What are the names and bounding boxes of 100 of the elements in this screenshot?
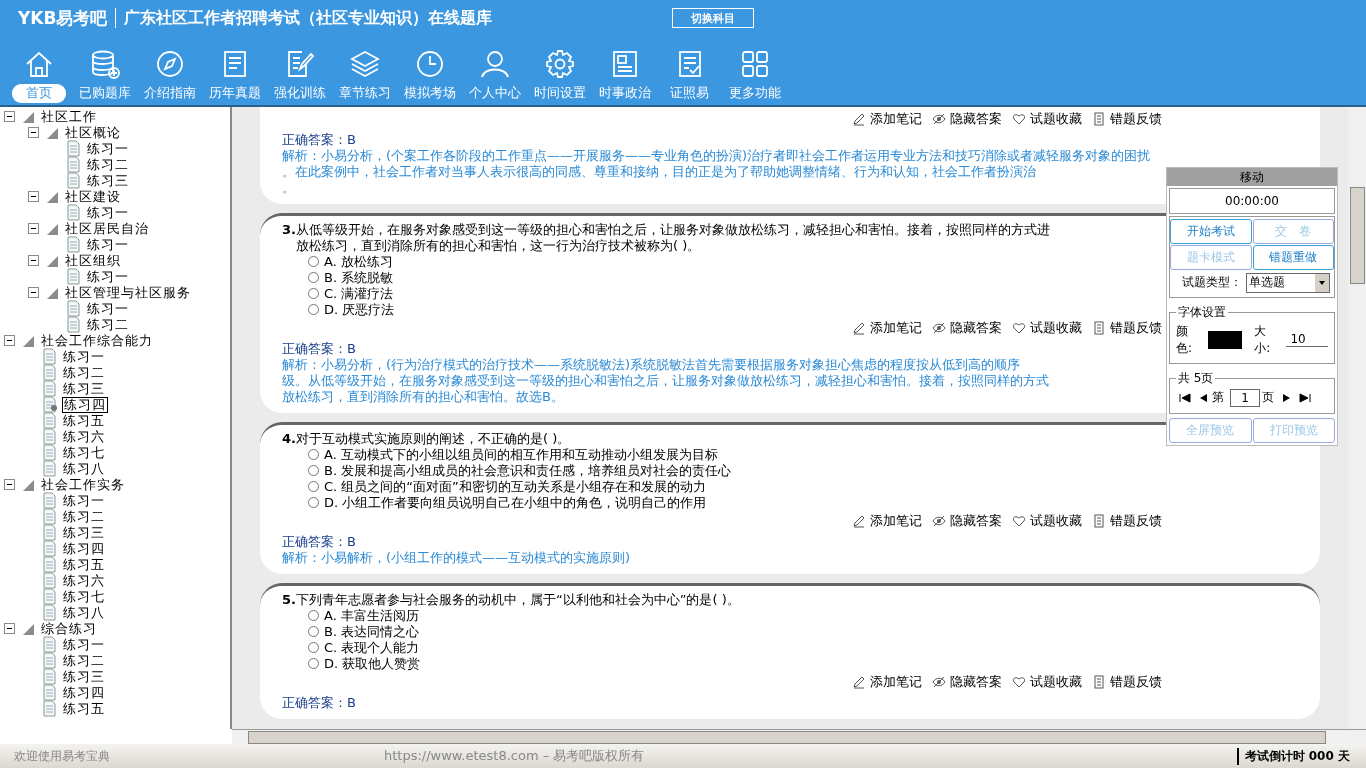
tree-item[interactable]: 练习一 xyxy=(86,237,130,252)
tree-item[interactable]: 社区管理与社区服务 xyxy=(64,285,192,300)
eye-icon xyxy=(932,674,946,689)
radio-button[interactable] xyxy=(308,304,319,316)
radio-button[interactable] xyxy=(308,272,319,284)
tree-item[interactable]: 社会工作综合能力 xyxy=(40,333,154,348)
tree-item[interactable]: 练习一 xyxy=(62,349,106,364)
action-link[interactable]: 错题反馈 xyxy=(1110,672,1162,691)
action-link[interactable]: 添加笔记 xyxy=(870,109,922,128)
pencil-icon xyxy=(852,513,866,528)
tree-item[interactable]: 练习一 xyxy=(86,301,130,316)
tree-item[interactable]: 练习四 xyxy=(62,541,106,556)
tree-item[interactable]: 练习七 xyxy=(62,589,106,604)
radio-button[interactable] xyxy=(308,497,319,509)
tree-item[interactable]: 练习五 xyxy=(62,557,106,572)
tree-item[interactable]: 练习一 xyxy=(62,493,106,508)
radio-button[interactable] xyxy=(308,642,319,654)
radio-button[interactable] xyxy=(308,465,319,477)
tree-item[interactable]: 社区组织 xyxy=(64,253,122,268)
horizontal-scrollbar[interactable] xyxy=(232,729,1366,745)
tree-item[interactable]: 练习二 xyxy=(86,157,130,172)
correct-answer: 正确答案：B xyxy=(282,339,356,357)
tree-item[interactable]: 练习二 xyxy=(62,365,106,380)
action-link[interactable]: 试题收藏 xyxy=(1030,318,1082,337)
collapse-toggle-icon[interactable] xyxy=(28,127,39,139)
action-link[interactable]: 试题收藏 xyxy=(1030,511,1082,530)
action-link[interactable]: 隐藏答案 xyxy=(950,672,1002,691)
collapse-toggle-icon[interactable] xyxy=(28,255,39,267)
tree-item[interactable]: 练习一 xyxy=(86,141,130,156)
analysis-text: 。 xyxy=(282,179,295,196)
panel-button[interactable]: 开始考试 xyxy=(1170,218,1252,244)
tree-item[interactable]: 练习四 xyxy=(62,396,108,413)
tree-item[interactable]: 社区概论 xyxy=(64,125,122,140)
tree-item[interactable]: 练习七 xyxy=(62,445,106,460)
action-link[interactable]: 添加笔记 xyxy=(870,511,922,530)
radio-button[interactable] xyxy=(308,481,319,493)
radio-button[interactable] xyxy=(308,658,319,670)
tree-item[interactable]: 社区居民自治 xyxy=(64,221,150,236)
action-link[interactable]: 错题反馈 xyxy=(1110,109,1162,128)
tree-item[interactable]: 练习三 xyxy=(62,381,106,396)
action-link[interactable]: 错题反馈 xyxy=(1110,511,1162,530)
previous-page-icon xyxy=(1199,392,1207,403)
scrollbar-thumb[interactable] xyxy=(248,731,1326,745)
tree-item[interactable]: 练习三 xyxy=(62,669,106,684)
tree-item[interactable]: 练习八 xyxy=(62,605,106,620)
collapse-toggle-icon[interactable] xyxy=(4,623,15,635)
action-link[interactable]: 隐藏答案 xyxy=(950,109,1002,128)
panel-button[interactable]: 错题重做 xyxy=(1252,244,1334,270)
tree-item[interactable]: 练习三 xyxy=(62,525,106,540)
tree-item[interactable]: 社会工作实务 xyxy=(40,477,126,492)
tree-item[interactable]: 练习四 xyxy=(62,685,106,700)
tree-item[interactable]: 练习一 xyxy=(86,269,130,284)
type-dropdown[interactable]: 单选题 xyxy=(1246,272,1330,293)
radio-button[interactable] xyxy=(308,626,319,638)
form-icon xyxy=(1092,320,1106,335)
collapse-toggle-icon[interactable] xyxy=(4,479,15,491)
tree-item[interactable]: 练习二 xyxy=(62,653,106,668)
tree-item[interactable]: 综合练习 xyxy=(40,621,98,636)
collapse-toggle-icon[interactable] xyxy=(28,287,39,299)
action-link[interactable]: 添加笔记 xyxy=(870,672,922,691)
radio-button[interactable] xyxy=(308,610,319,622)
action-link[interactable]: 隐藏答案 xyxy=(950,318,1002,337)
action-link[interactable]: 试题收藏 xyxy=(1030,672,1082,691)
option-text: D. 获取他人赞赏 xyxy=(324,654,421,673)
radio-button[interactable] xyxy=(308,288,319,300)
action-link[interactable]: 错题反馈 xyxy=(1110,318,1162,337)
page-icon xyxy=(42,668,57,686)
page-icon xyxy=(42,636,57,654)
tree-item[interactable]: 练习六 xyxy=(62,429,106,444)
color-swatch[interactable] xyxy=(1208,330,1243,349)
tree-item[interactable]: 练习一 xyxy=(62,637,106,652)
correct-answer: 正确答案：B xyxy=(282,693,356,711)
vertical-scrollbar[interactable] xyxy=(1348,106,1366,730)
tree-item[interactable]: 练习一 xyxy=(86,205,130,220)
tree-item[interactable]: 练习八 xyxy=(62,461,106,476)
tree-item[interactable]: 练习六 xyxy=(62,573,106,588)
analysis-text: 解析：小易分析，(行为治疗模式的治疗技术——系统脱敏法)系统脱敏法首先需要根据服务对象担心焦虑的程度按从低到高的顺序 xyxy=(282,356,1021,373)
timer-display: 00:00:00 xyxy=(1169,187,1335,214)
collapse-toggle-icon[interactable] xyxy=(28,223,39,235)
collapse-toggle-icon[interactable] xyxy=(4,111,15,123)
eye-icon xyxy=(932,320,946,335)
radio-button[interactable] xyxy=(308,449,319,461)
tree-item[interactable]: 练习二 xyxy=(62,509,106,524)
collapse-toggle-icon[interactable] xyxy=(28,191,39,203)
radio-button[interactable] xyxy=(308,256,319,268)
collapse-toggle-icon[interactable] xyxy=(4,335,15,347)
scrollbar-thumb[interactable] xyxy=(1350,186,1365,284)
tree-item[interactable]: 社区建设 xyxy=(64,189,122,204)
size-field[interactable]: 10 xyxy=(1286,332,1328,348)
tree-item[interactable]: 练习五 xyxy=(62,413,106,428)
action-link[interactable]: 试题收藏 xyxy=(1030,109,1082,128)
action-link[interactable]: 添加笔记 xyxy=(870,318,922,337)
panel-title[interactable]: 移动 xyxy=(1167,167,1337,186)
tree-item[interactable]: 社区工作 xyxy=(40,109,98,124)
tree-item[interactable]: 练习五 xyxy=(62,701,106,716)
status-text: 欢迎使用易考宝典 xyxy=(13,747,111,765)
tree-item[interactable]: 练习三 xyxy=(86,173,130,188)
page-field[interactable]: 1 xyxy=(1230,388,1260,407)
tree-item[interactable]: 练习二 xyxy=(86,317,130,332)
action-link[interactable]: 隐藏答案 xyxy=(950,511,1002,530)
